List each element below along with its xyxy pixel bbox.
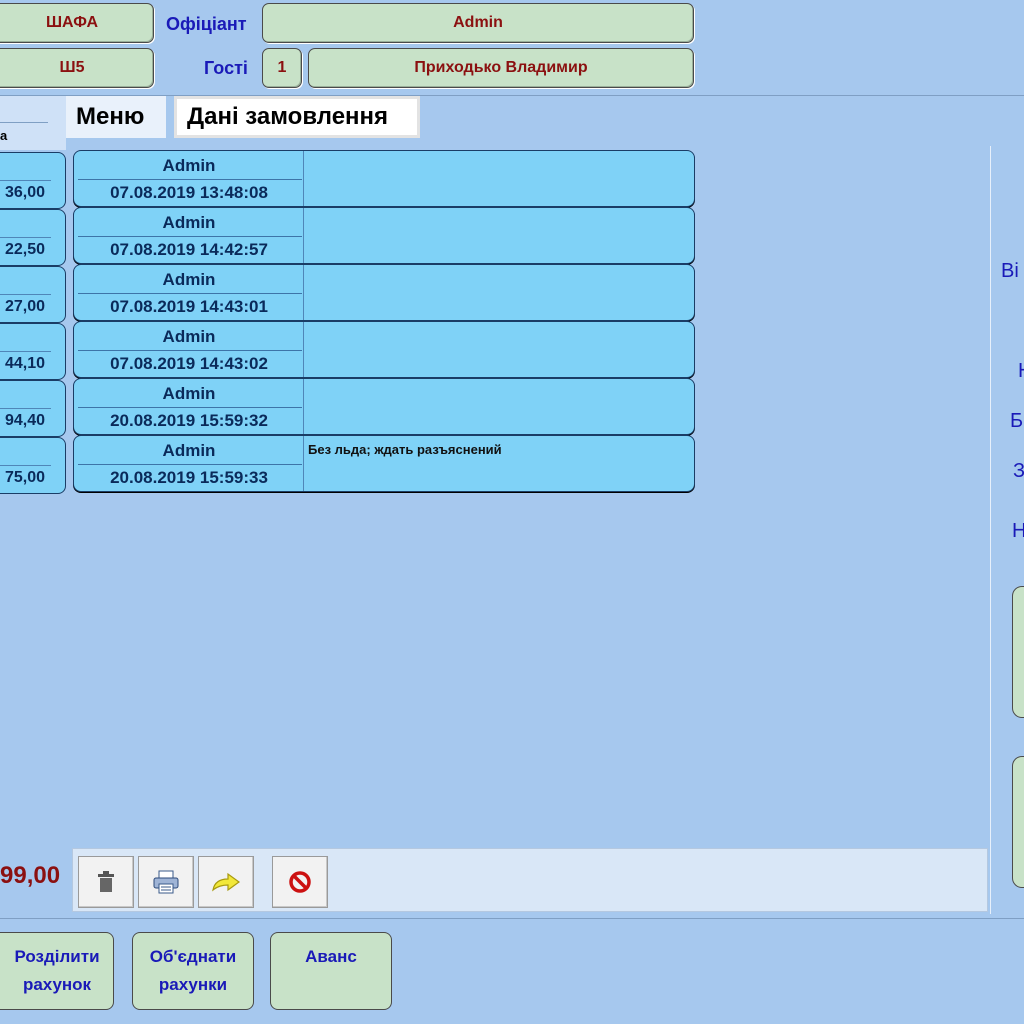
waiter-value: Admin [453,14,503,31]
left-column-header: а [0,96,66,150]
price-value: 94,40 [4,412,45,429]
price-value: 44,10 [4,355,45,372]
order-row[interactable]: Admin 20.08.2019 15:59:33 Без льда; ждат… [73,435,695,492]
merge-bills-line1: Об'єднати [149,947,237,966]
price-card[interactable]: 44,10 [0,323,66,380]
table-button[interactable]: Ш5 [0,48,154,88]
order-note: Без льда; ждать разъяснений [308,442,502,457]
split-bill-button[interactable]: Розділити рахунок [0,932,114,1010]
delete-button[interactable] [78,856,134,908]
right-action-button[interactable] [1012,586,1024,718]
tab-menu[interactable]: Меню [66,96,166,138]
tab-menu-label: Меню [76,103,145,130]
price-card[interactable]: 36,00 [0,152,66,209]
order-datetime: 20.08.2019 15:59:32 [110,411,268,430]
print-button[interactable] [138,856,194,908]
right-label: Б [1010,410,1024,432]
guests-count-button[interactable]: 1 [262,48,302,88]
order-row[interactable]: Admin 20.08.2019 15:59:32 [73,378,695,435]
order-user: Admin [162,327,216,346]
client-value: Приходько Владимир [414,59,588,76]
right-action-button[interactable] [1012,756,1024,888]
cancel-icon [289,871,311,893]
order-datetime: 20.08.2019 15:59:33 [110,468,268,487]
merge-bills-button[interactable]: Об'єднати рахунки [132,932,254,1010]
order-total: 99,00 [0,862,61,889]
printer-icon [153,870,179,894]
right-label: Н [1012,520,1024,542]
guests-label: Гості [204,58,248,78]
order-datetime: 07.08.2019 14:43:02 [110,354,268,373]
order-user: Admin [162,156,216,175]
price-card[interactable]: 75,00 [0,437,66,494]
trash-icon [98,871,114,892]
table-value: Ш5 [59,59,85,76]
price-value: 75,00 [4,469,45,486]
order-row[interactable]: Admin 07.08.2019 13:48:08 [73,150,695,207]
order-user: Admin [162,213,216,232]
advance-button[interactable]: Аванс [270,932,392,1010]
right-label: Ві [1001,260,1019,282]
price-card[interactable]: 22,50 [0,209,66,266]
price-card[interactable]: 27,00 [0,266,66,323]
order-user: Admin [162,441,216,460]
waiter-button[interactable]: Admin [262,3,694,43]
split-bill-line1: Розділити [14,947,100,966]
merge-bills-line2: рахунки [158,975,228,994]
tab-order-data-label: Дані замовлення [187,103,389,130]
tab-order-data[interactable]: Дані замовлення [174,96,420,138]
cancel-button[interactable] [272,856,328,908]
price-card[interactable]: 94,40 [0,380,66,437]
order-datetime: 07.08.2019 14:43:01 [110,297,268,316]
split-bill-line2: рахунок [22,975,92,994]
order-user: Admin [162,270,216,289]
transfer-button[interactable] [198,856,254,908]
client-button[interactable]: Приходько Владимир [308,48,694,88]
order-user: Admin [162,384,216,403]
order-row[interactable]: Admin 07.08.2019 14:42:57 [73,207,695,264]
order-datetime: 07.08.2019 14:42:57 [110,240,268,259]
price-value: 27,00 [4,298,45,315]
order-datetime: 07.08.2019 13:48:08 [110,183,268,202]
hall-button[interactable]: ШАФА [0,3,154,43]
order-row[interactable]: Admin 07.08.2019 14:43:02 [73,321,695,378]
footer-divider [0,918,1024,919]
left-column-header-label: а [0,128,8,143]
right-label: Н [1018,360,1024,383]
right-label: З [1013,460,1024,482]
guests-count: 1 [277,59,287,76]
redo-arrow-icon [212,872,241,892]
hall-value: ШАФА [45,14,99,31]
order-row[interactable]: Admin 07.08.2019 14:43:01 [73,264,695,321]
advance-label: Аванс [305,947,357,966]
price-value: 22,50 [4,241,45,258]
price-value: 36,00 [4,184,45,201]
waiter-label: Офіціант [166,14,247,34]
